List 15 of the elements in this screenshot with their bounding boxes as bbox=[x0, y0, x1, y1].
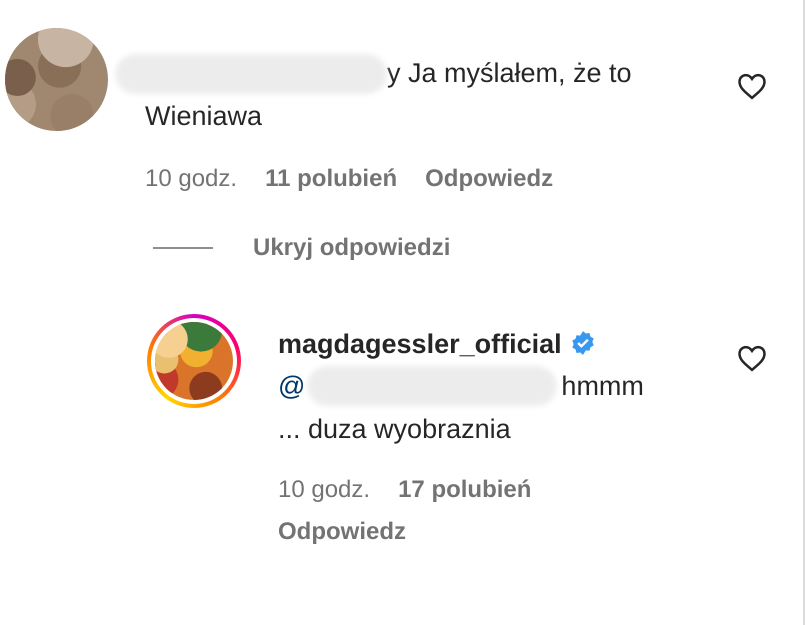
reply-link[interactable]: Odpowiedz bbox=[425, 158, 554, 200]
comment-text: y Ja myślałem, że to bbox=[387, 57, 632, 90]
hide-replies-link[interactable]: Ukryj odpowiedzi bbox=[253, 230, 450, 266]
like-heart-icon[interactable] bbox=[737, 72, 767, 100]
mention-link[interactable]: @ bbox=[278, 364, 306, 408]
likes-count[interactable]: 11 polubień bbox=[265, 158, 398, 200]
comment-time: 10 godz. bbox=[145, 164, 238, 194]
reply-text: hmmm bbox=[561, 370, 644, 402]
comment-text: Wieniawa bbox=[145, 101, 262, 131]
username[interactable]: magdagessler_official bbox=[278, 329, 562, 359]
like-heart-icon[interactable] bbox=[737, 344, 767, 372]
likes-count[interactable]: 17 polubień bbox=[398, 468, 532, 510]
reply-link[interactable]: Odpowiedz bbox=[278, 510, 406, 552]
reply-text: ... duza wyobraznia bbox=[278, 414, 511, 444]
comment-time: 10 godz. bbox=[278, 474, 370, 504]
